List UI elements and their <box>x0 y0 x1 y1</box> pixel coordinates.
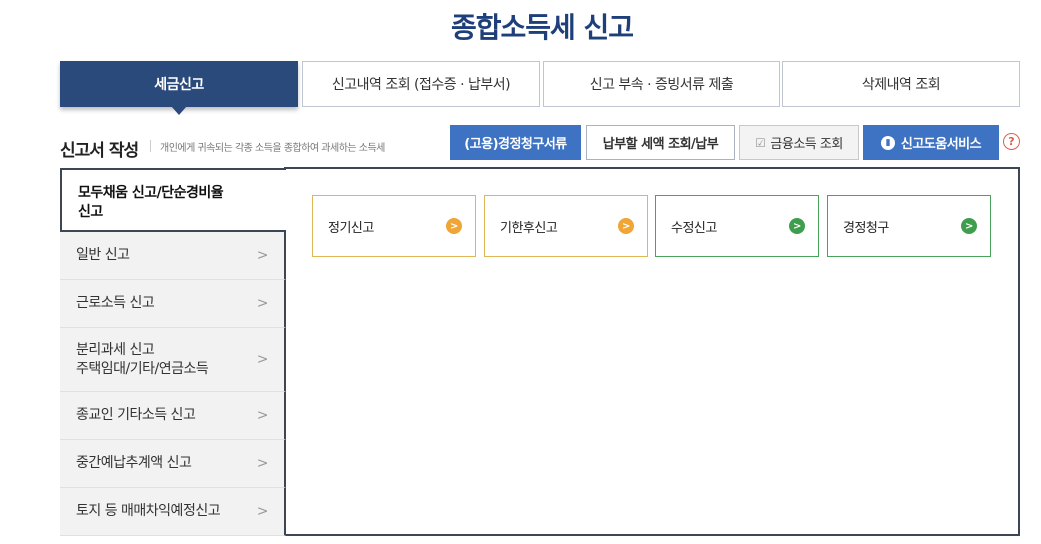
employment-refund-documents-button[interactable]: (고용)경정청구서류 <box>450 125 581 160</box>
section-description: 개인에게 귀속되는 각종 소득을 종합하여 과세하는 소득세 <box>160 143 385 154</box>
nav-item-label: 일반 신고 <box>76 247 130 263</box>
nav-item-label: 분리과세 신고 주택임대/기타/연금소득 <box>76 341 209 377</box>
nav-item-label: 종교인 기타소득 신고 <box>76 407 196 423</box>
late-filing-card[interactable]: 기한후신고 > <box>484 195 648 257</box>
nav-item-general-filing[interactable]: 일반 신고 > <box>60 232 286 280</box>
chevron-right-icon: > <box>256 247 269 263</box>
tax-payment-button[interactable]: 납부할 세액 조회/납부 <box>586 125 735 160</box>
chevron-right-icon: > <box>256 455 269 471</box>
chevron-right-icon: > <box>256 295 269 311</box>
financial-income-lookup-label: 금융소득 조회 <box>770 137 843 152</box>
tab-deleted-history[interactable]: 삭제내역 조회 <box>782 61 1020 107</box>
top-tabs: 세금신고 신고내역 조회 (접수증 · 납부서) 신고 부속 · 증빙서류 제출… <box>60 61 1020 107</box>
nav-item-label: 모두채움 신고/단순경비율 신고 <box>78 185 224 220</box>
regular-filing-card[interactable]: 정기신고 > <box>312 195 476 257</box>
tab-filing-history[interactable]: 신고내역 조회 (접수증 · 납부서) <box>302 61 540 107</box>
nav-item-land-trading-gain-filing[interactable]: 토지 등 매매차익예정신고 > <box>60 488 286 536</box>
checkbox-icon: ☑ <box>755 135 766 150</box>
chevron-right-icon: > <box>256 407 269 423</box>
financial-income-lookup-button[interactable]: ☑ 금융소득 조회 <box>739 125 859 160</box>
book-icon: ▮ <box>880 135 895 150</box>
nav-item-label: 토지 등 매매차익예정신고 <box>76 503 221 519</box>
chevron-right-icon: > <box>256 503 269 519</box>
nav-item-earned-income-filing[interactable]: 근로소득 신고 > <box>60 280 286 328</box>
nav-item-interim-prepayment-filing[interactable]: 중간예납추계액 신고 > <box>60 440 286 488</box>
amended-filing-card[interactable]: 수정신고 > <box>655 195 819 257</box>
filing-help-service-label: 신고도움서비스 <box>900 137 982 152</box>
left-nav: 모두채움 신고/단순경비율 신고 일반 신고 > 근로소득 신고 > 분리과세 … <box>60 168 286 536</box>
arrow-right-icon: > <box>446 218 462 234</box>
card-label: 경정청구 <box>843 220 889 236</box>
arrow-right-icon: > <box>961 218 977 234</box>
nav-item-prefilled-filing[interactable]: 모두채움 신고/단순경비율 신고 <box>60 168 286 232</box>
nav-item-label: 중간예납추계액 신고 <box>76 455 192 471</box>
tab-tax-filing[interactable]: 세금신고 <box>60 61 298 107</box>
arrow-right-icon: > <box>618 218 634 234</box>
page-title: 종합소득세 신고 <box>450 11 634 44</box>
card-label: 정기신고 <box>328 220 374 236</box>
section-title: 신고서 작성 <box>60 141 139 161</box>
nav-item-religious-income-filing[interactable]: 종교인 기타소득 신고 > <box>60 392 286 440</box>
refund-claim-card[interactable]: 경정청구 > <box>827 195 991 257</box>
divider <box>150 140 151 152</box>
card-label: 기한후신고 <box>500 220 558 236</box>
chevron-right-icon: > <box>256 351 269 367</box>
tab-supporting-documents[interactable]: 신고 부속 · 증빙서류 제출 <box>543 61 780 107</box>
arrow-right-icon: > <box>789 218 805 234</box>
filing-help-service-button[interactable]: ▮ 신고도움서비스 <box>863 125 999 160</box>
help-icon[interactable]: ? <box>1003 133 1020 150</box>
nav-item-label: 근로소득 신고 <box>76 295 155 311</box>
card-label: 수정신고 <box>671 220 717 236</box>
nav-item-separate-taxation-filing[interactable]: 분리과세 신고 주택임대/기타/연금소득 > <box>60 328 286 392</box>
